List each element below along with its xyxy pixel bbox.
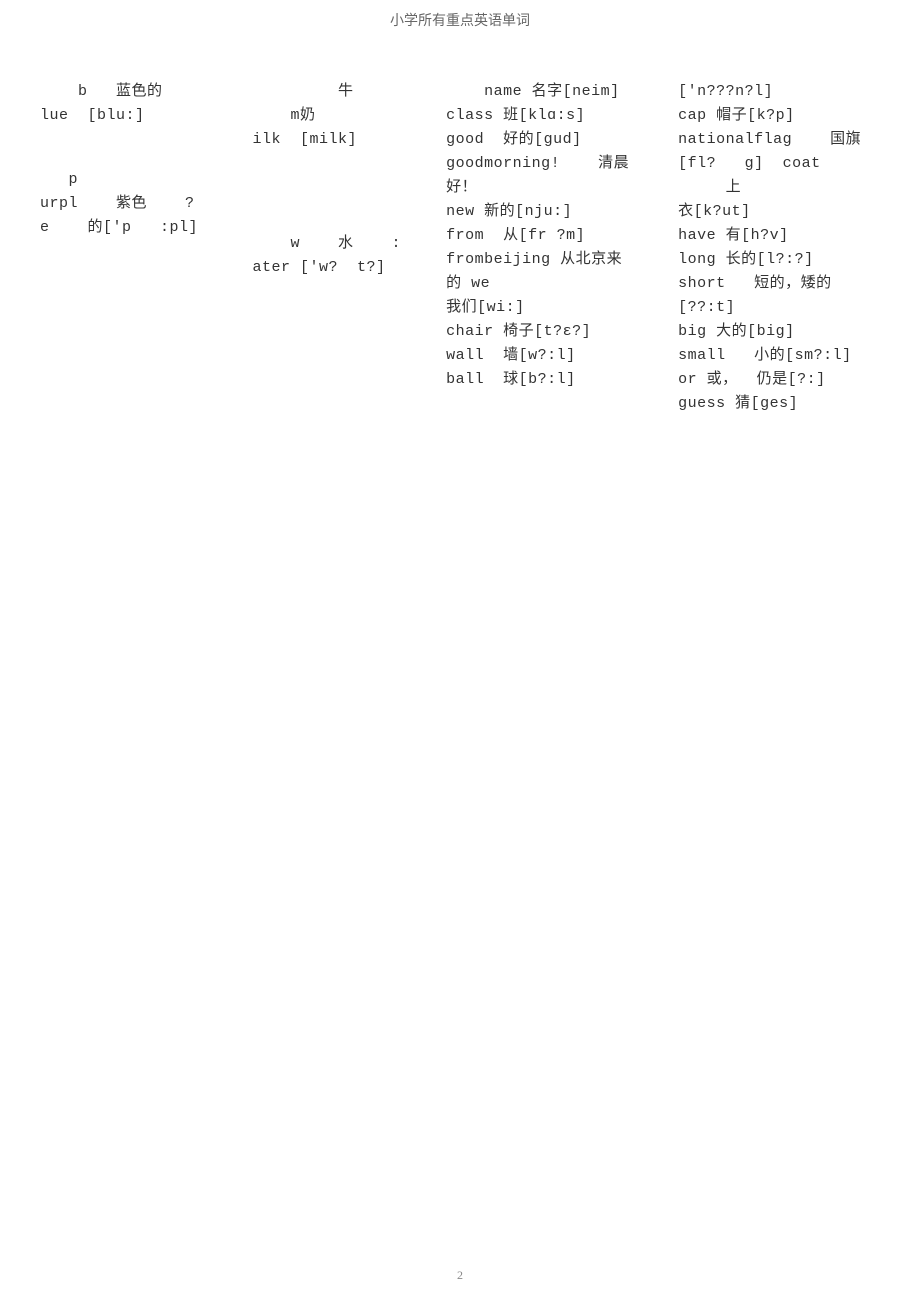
text-line: chair 椅子[t?ε?] (446, 320, 658, 344)
column-3: name 名字[neim] class 班[klɑ:s] good 好的[gud… (446, 80, 658, 416)
page-header: 小学所有重点英语单词 (0, 0, 920, 30)
column-2: 牛 m奶 ilk [milk] w 水 : ater ['w? t?] (233, 80, 426, 416)
text-line: 我们[wi:] (446, 296, 658, 320)
content-area: b 蓝色的 lue [blu:] p urpl 紫色 ? e 的['p :pl]… (0, 30, 920, 416)
text-line: big 大的[big] (678, 320, 890, 344)
text-line: ball 球[b?:l] (446, 368, 658, 392)
text-line: from 从[fr ?m] (446, 224, 658, 248)
text-line: frombeijing 从北京来 (446, 248, 658, 272)
text-line: class 班[klɑ:s] (446, 104, 658, 128)
text-line: ['n???n?l] (678, 80, 890, 104)
text-line: or 或， 仍是[?:] (678, 368, 890, 392)
text-line: 的 we (446, 272, 658, 296)
text-line: m奶 (233, 104, 426, 128)
text-line: goodmorning! 清晨 (446, 152, 658, 176)
text-line: wall 墙[w?:l] (446, 344, 658, 368)
entry-milk: 牛 m奶 ilk [milk] (233, 80, 426, 152)
page-number-value: 2 (457, 1268, 463, 1282)
text-line: long 长的[l?:?] (678, 248, 890, 272)
text-line: 牛 (233, 80, 426, 104)
entry-blue: b 蓝色的 lue [blu:] (40, 80, 213, 128)
column-1: b 蓝色的 lue [blu:] p urpl 紫色 ? e 的['p :pl] (40, 80, 213, 416)
text-line: 好！ (446, 176, 658, 200)
text-line: lue [blu:] (40, 104, 213, 128)
text-line: 衣[k?ut] (678, 200, 890, 224)
text-line: have 有[h?v] (678, 224, 890, 248)
text-line: short 短的，矮的 (678, 272, 890, 296)
page-number: 2 (0, 1268, 920, 1283)
text-line: nationalflag 国旗 (678, 128, 890, 152)
text-line: urpl 紫色 ? (40, 192, 213, 216)
text-line: guess 猜[ges] (678, 392, 890, 416)
column-4: ['n???n?l] cap 帽子[k?p] nationalflag 国旗 [… (678, 80, 890, 416)
text-line: [fl? g] coat (678, 152, 890, 176)
text-line: w 水 : (233, 232, 426, 256)
text-line: [??:t] (678, 296, 890, 320)
text-line: p (40, 168, 213, 192)
text-line: good 好的[gud] (446, 128, 658, 152)
text-line: 上 (678, 176, 890, 200)
text-line: b 蓝色的 (40, 80, 213, 104)
text-line: ilk [milk] (233, 128, 426, 152)
entry-water: w 水 : ater ['w? t?] (233, 232, 426, 280)
page-title: 小学所有重点英语单词 (390, 14, 530, 29)
text-line: e 的['p :pl] (40, 216, 213, 240)
text-line: new 新的[nju:] (446, 200, 658, 224)
text-line: cap 帽子[k?p] (678, 104, 890, 128)
text-line: small 小的[sm?:l] (678, 344, 890, 368)
text-line: name 名字[neim] (446, 80, 658, 104)
entry-purple: p urpl 紫色 ? e 的['p :pl] (40, 168, 213, 240)
text-line: ater ['w? t?] (233, 256, 426, 280)
